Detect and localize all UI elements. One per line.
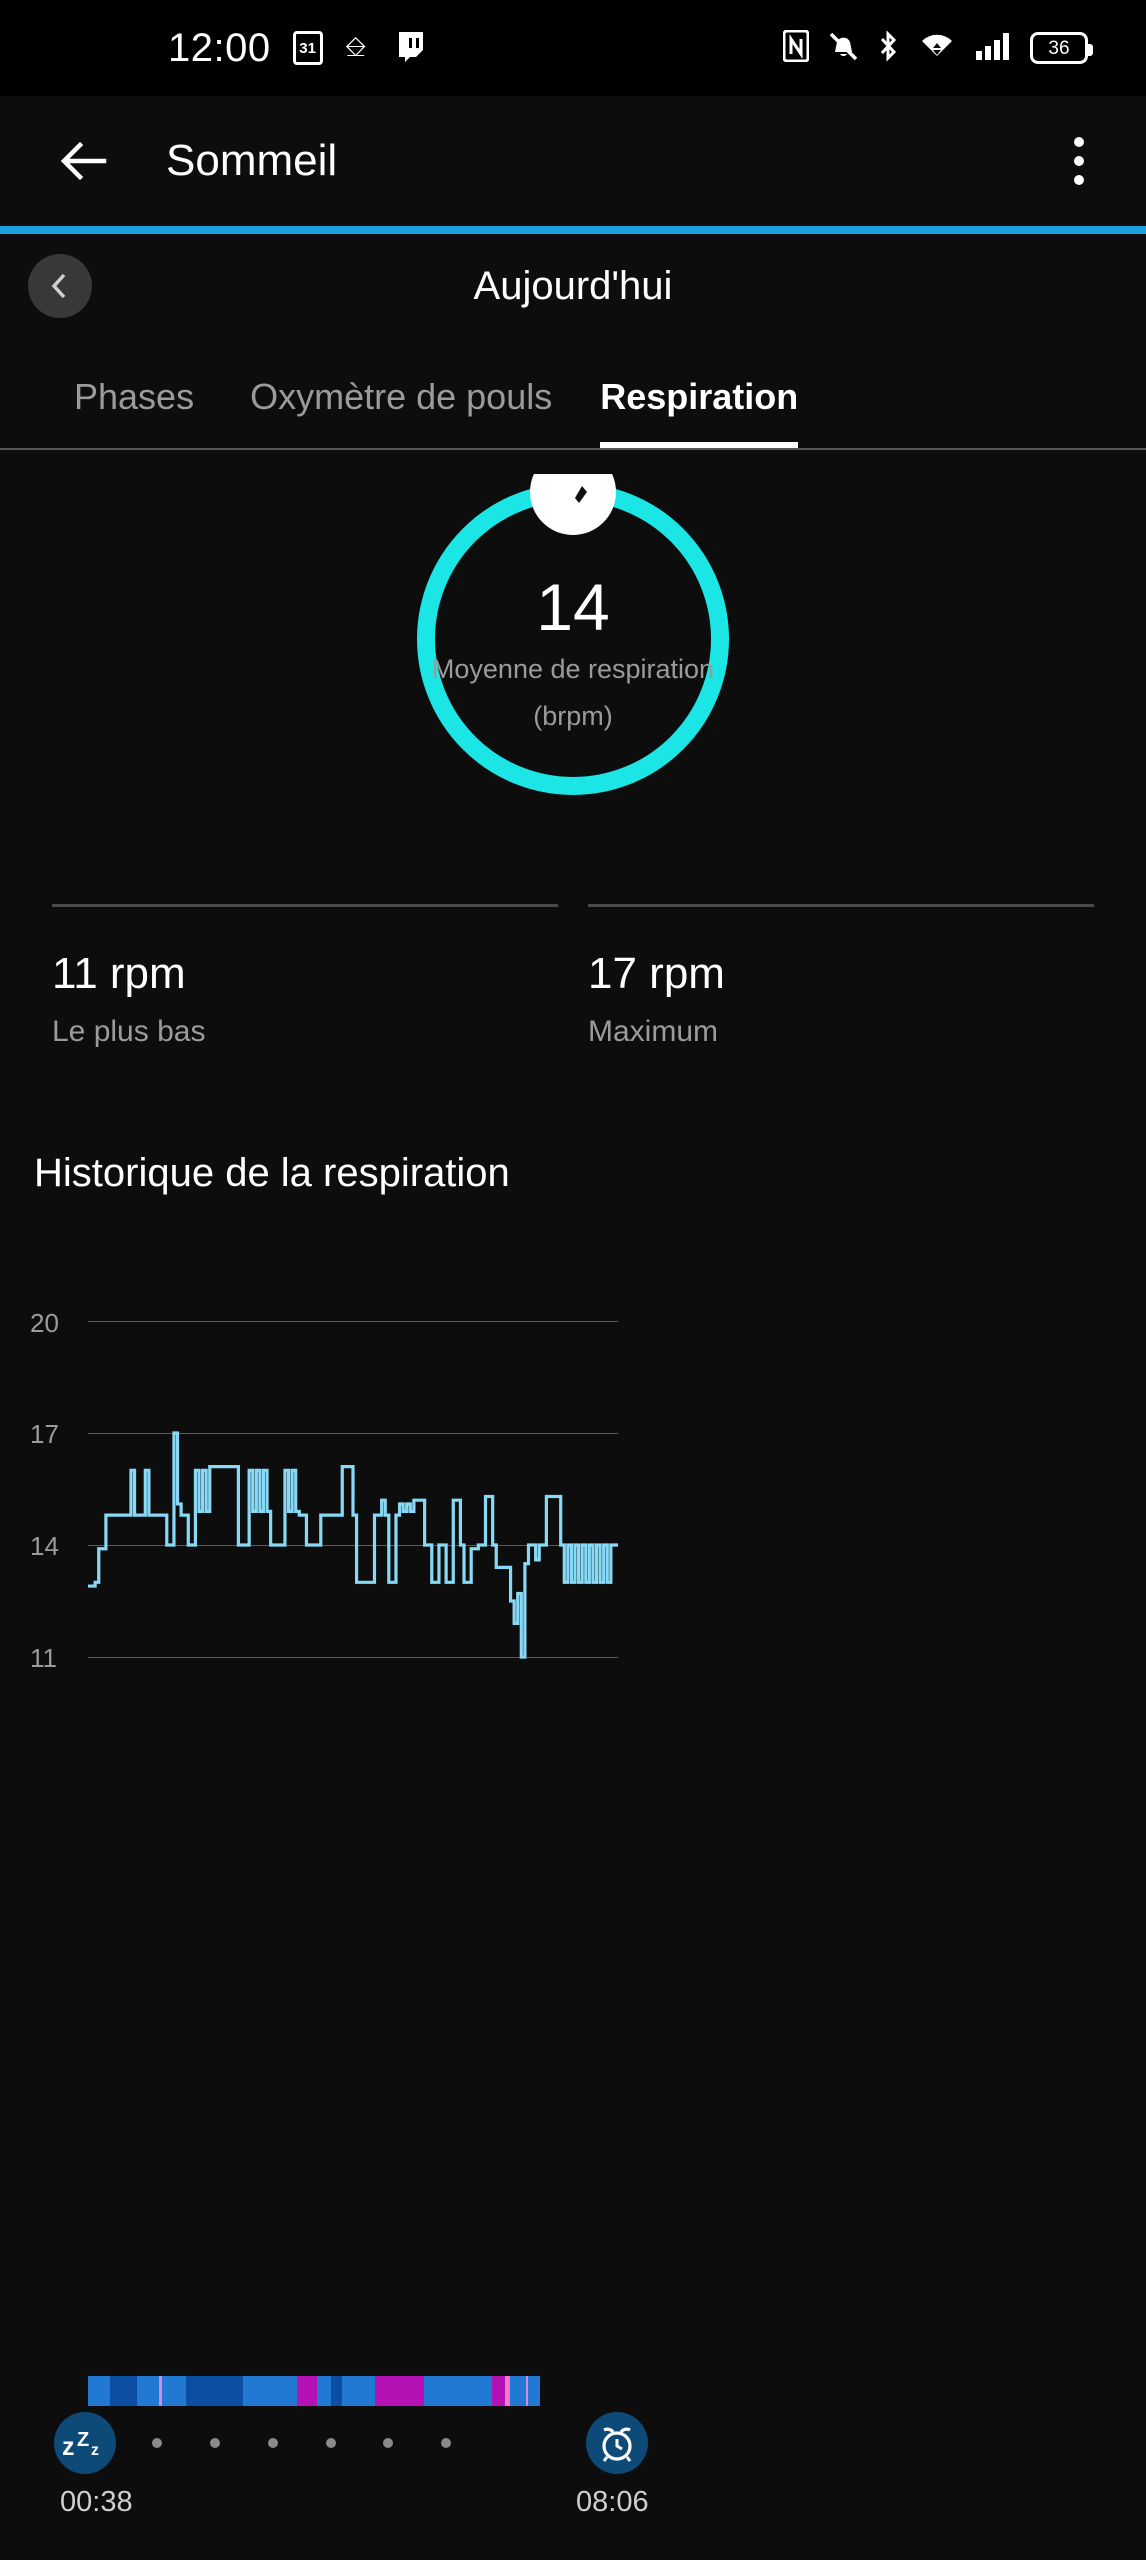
gauge-readout: 14 Moyenne de respiration (brpm) (0, 574, 1146, 733)
wifi-icon (918, 30, 956, 67)
phase-segment (297, 2376, 318, 2406)
phase-segment (424, 2376, 493, 2406)
timeline-tick (441, 2438, 451, 2448)
status-bar-left: 12:00 31 ⎒ (168, 26, 425, 71)
phase-segment (341, 2376, 375, 2406)
stat-divider (52, 904, 558, 907)
cellular-icon (975, 30, 1011, 67)
dot (1074, 137, 1084, 147)
tab-pulse-oximeter[interactable]: Oxymètre de pouls (250, 376, 552, 448)
stat-lowest-caption: Le plus bas (52, 1015, 206, 1048)
phase-segment (136, 2376, 159, 2406)
respiration-history-chart[interactable]: 20 17 14 11 (0, 1308, 1146, 1673)
stat-maximum-caption: Maximum (588, 1015, 719, 1048)
dot (1074, 156, 1084, 166)
y-tick-17: 17 (30, 1419, 59, 1449)
nfc-icon (782, 29, 810, 67)
stat-lowest-value: 11 rpm (52, 949, 186, 998)
twitch-icon (397, 30, 425, 67)
alarm-clock-icon (586, 2412, 648, 2474)
y-tick-20: 20 (30, 1308, 59, 1338)
phase-segment (331, 2376, 342, 2406)
phase-segment (161, 2376, 187, 2406)
timeline-tick (383, 2438, 393, 2448)
page-title: Sommeil (166, 136, 338, 185)
phase-segment (374, 2376, 425, 2406)
svg-text:z: z (62, 2433, 75, 2460)
y-tick-11: 11 (30, 1643, 57, 1673)
tab-respiration[interactable]: Respiration (600, 376, 799, 448)
phase-segment (509, 2376, 526, 2406)
timeline-tick (152, 2438, 162, 2448)
bluetooth-icon (877, 29, 899, 67)
back-button[interactable] (58, 134, 112, 188)
timeline-tick (268, 2438, 278, 2448)
phase-segment (243, 2376, 298, 2406)
timeline-tick (210, 2438, 220, 2448)
previous-day-button[interactable] (28, 254, 92, 318)
gauge-label-line2: (brpm) (533, 700, 613, 731)
calendar-icon: 31 (292, 31, 323, 65)
sleep-phase-bar[interactable] (88, 2376, 618, 2406)
accent-divider (0, 226, 1146, 234)
sleep-start-time: 00:38 (60, 2486, 133, 2518)
y-tick-14: 14 (30, 1531, 59, 1561)
app-bar: Sommeil (0, 96, 1146, 226)
respiration-line (88, 1431, 618, 1659)
svg-text:⎒: ⎒ (345, 32, 366, 63)
stat-maximum: 17 rpm Maximum (588, 904, 1094, 1049)
status-clock: 12:00 (168, 25, 271, 70)
dot (1074, 175, 1084, 185)
battery-icon: 36 (1030, 32, 1093, 64)
phase-segment (492, 2376, 505, 2406)
tab-phases[interactable]: Phases (74, 376, 194, 448)
svg-text:Z: Z (77, 2429, 89, 2451)
current-date-label: Aujourd'hui (473, 263, 673, 308)
mastodon-icon: ⎒ (345, 29, 375, 68)
sleep-zzz-icon: z Z z (54, 2412, 116, 2474)
status-bar: 12:00 31 ⎒ 36 (0, 0, 1146, 96)
phase-segment (88, 2376, 111, 2406)
tab-bar: Phases Oxymètre de pouls Respiration (0, 338, 1146, 448)
stat-divider (588, 904, 1094, 907)
stat-maximum-value: 17 rpm (588, 949, 725, 998)
sleep-end-time: 08:06 (576, 2486, 649, 2518)
date-navigation: Aujourd'hui (0, 234, 1146, 338)
more-options-button[interactable] (1074, 137, 1084, 185)
phase-segment (186, 2376, 244, 2406)
gauge-value: 14 (536, 570, 610, 644)
summary-stats: 11 rpm Le plus bas 17 rpm Maximum (0, 904, 1146, 1049)
gauge-label-line1: Moyenne de respiration (431, 654, 715, 684)
phase-segment (110, 2376, 137, 2406)
timeline-tick (326, 2438, 336, 2448)
status-bar-right: 36 (782, 29, 1093, 67)
phase-segment (317, 2376, 332, 2406)
svg-text:z: z (91, 2442, 99, 2459)
mute-icon (828, 30, 858, 67)
phase-segment (528, 2376, 540, 2406)
history-section-title: Historique de la respiration (34, 1151, 510, 1195)
stat-lowest: 11 rpm Le plus bas (52, 904, 558, 1049)
respiration-gauge: 14 Moyenne de respiration (brpm) (0, 450, 1146, 870)
